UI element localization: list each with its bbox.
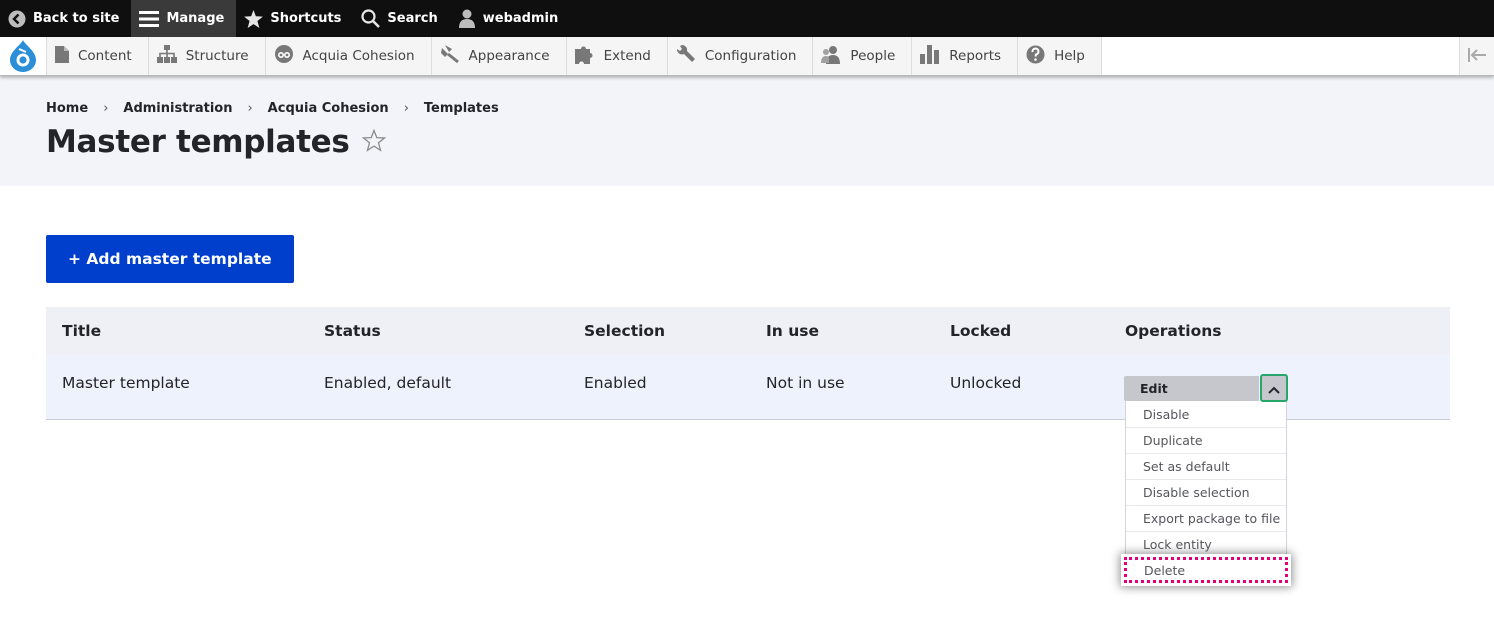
user-label: webadmin	[482, 11, 559, 26]
admin-tray: Content Structure Acquia Cohesion Appear…	[0, 37, 1494, 76]
operation-disable[interactable]: Disable	[1126, 401, 1286, 427]
cell-in-use: Not in use	[766, 374, 845, 393]
tray-item-label: Structure	[185, 48, 249, 64]
tray-item-label: Help	[1054, 48, 1085, 64]
breadcrumb-templates[interactable]: Templates	[424, 101, 499, 116]
content-icon	[55, 45, 69, 67]
tray-item-label: Content	[78, 48, 132, 64]
favorite-star-icon[interactable]	[361, 128, 386, 156]
tray-item-appearance[interactable]: Appearance	[431, 37, 567, 75]
admin-toolbar: Back to site Manage Shortcuts Search web…	[0, 0, 1494, 37]
breadcrumb-separator: ›	[403, 101, 409, 116]
extend-icon	[574, 45, 595, 68]
tray-item-label: Configuration	[704, 48, 797, 64]
tray-item-extend[interactable]: Extend	[566, 37, 668, 75]
breadcrumb-separator: ›	[103, 101, 109, 116]
breadcrumb-home[interactable]: Home	[46, 101, 88, 116]
column-header-status: Status	[324, 322, 381, 340]
operation-delete[interactable]: Delete	[1121, 554, 1291, 586]
breadcrumb: Home › Administration › Acquia Cohesion …	[46, 101, 1448, 116]
structure-icon	[156, 45, 177, 67]
page-header: Home › Administration › Acquia Cohesion …	[0, 76, 1494, 186]
tray-item-configuration[interactable]: Configuration	[667, 37, 814, 75]
tray-orientation-toggle[interactable]	[1459, 37, 1494, 75]
tray-item-label: Reports	[949, 48, 1002, 64]
search-icon	[361, 9, 381, 28]
operation-export-package[interactable]: Export package to file	[1126, 505, 1286, 531]
tray-item-acquia-cohesion[interactable]: Acquia Cohesion	[265, 37, 432, 75]
dropbutton-head: Edit	[1124, 374, 1288, 402]
tray-item-content[interactable]: Content	[47, 37, 149, 75]
tray-item-label: People	[850, 48, 896, 64]
column-header-operations: Operations	[1125, 322, 1222, 340]
wrench-icon	[676, 44, 696, 68]
people-icon	[821, 45, 841, 68]
chevron-up-icon	[1268, 379, 1280, 398]
hamburger-icon	[139, 10, 160, 28]
manage-tab[interactable]: Manage	[131, 0, 237, 37]
page-title: Master templates	[46, 124, 350, 160]
star-icon	[244, 9, 264, 28]
operation-set-as-default[interactable]: Set as default	[1126, 453, 1286, 479]
shortcuts-label: Shortcuts	[270, 11, 342, 26]
drupal-drop-icon	[10, 40, 36, 72]
tray-item-help[interactable]: Help	[1018, 37, 1102, 75]
collapse-left-icon	[1468, 47, 1486, 66]
dropbutton-toggle[interactable]	[1260, 374, 1288, 402]
tray-item-label: Appearance	[468, 48, 550, 64]
cell-title: Master template	[62, 374, 190, 393]
breadcrumb-administration[interactable]: Administration	[123, 101, 232, 116]
operation-disable-selection[interactable]: Disable selection	[1126, 479, 1286, 505]
search-tab[interactable]: Search	[353, 0, 449, 37]
help-icon	[1026, 45, 1045, 68]
search-label: Search	[387, 11, 438, 26]
column-header-title[interactable]: Title	[46, 307, 308, 355]
tray-spacer	[1102, 37, 1459, 75]
shortcuts-tab[interactable]: Shortcuts	[236, 0, 353, 37]
breadcrumb-acquia-cohesion[interactable]: Acquia Cohesion	[268, 101, 389, 116]
user-icon	[458, 9, 476, 28]
operation-duplicate[interactable]: Duplicate	[1126, 427, 1286, 453]
table-header-row: Title Status Selection In use Locked Ope…	[46, 307, 1450, 355]
drupal-logo[interactable]	[0, 37, 47, 75]
back-arrow-icon	[8, 10, 26, 28]
column-header-in-use: In use	[766, 322, 819, 340]
appearance-icon	[440, 44, 460, 68]
cell-status: Enabled, default	[324, 374, 452, 393]
cell-locked: Unlocked	[950, 374, 1022, 393]
user-tab[interactable]: webadmin	[450, 0, 570, 37]
tray-item-reports[interactable]: Reports	[912, 37, 1019, 75]
dropbutton-menu: Disable Duplicate Set as default Disable…	[1121, 401, 1291, 586]
operations-dropbutton: Edit Disable Duplicate Set as default Di…	[1121, 374, 1291, 586]
reports-icon	[920, 44, 940, 68]
tray-item-label: Acquia Cohesion	[302, 48, 415, 64]
operation-lock-entity[interactable]: Lock entity	[1126, 531, 1286, 557]
cohesion-icon	[274, 44, 294, 68]
column-header-locked: Locked	[950, 322, 1012, 340]
back-to-site-label: Back to site	[33, 11, 120, 26]
cell-selection: Enabled	[584, 374, 647, 393]
back-to-site-link[interactable]: Back to site	[0, 0, 131, 37]
add-master-template-button[interactable]: + Add master template	[46, 235, 294, 283]
tray-item-label: Extend	[603, 48, 651, 64]
column-header-selection: Selection	[584, 322, 666, 340]
edit-button[interactable]: Edit	[1124, 376, 1259, 401]
title-row: Master templates	[46, 124, 1448, 160]
manage-label: Manage	[166, 11, 225, 26]
tray-item-people[interactable]: People	[813, 37, 913, 75]
tray-item-structure[interactable]: Structure	[148, 37, 266, 75]
breadcrumb-separator: ›	[247, 101, 253, 116]
